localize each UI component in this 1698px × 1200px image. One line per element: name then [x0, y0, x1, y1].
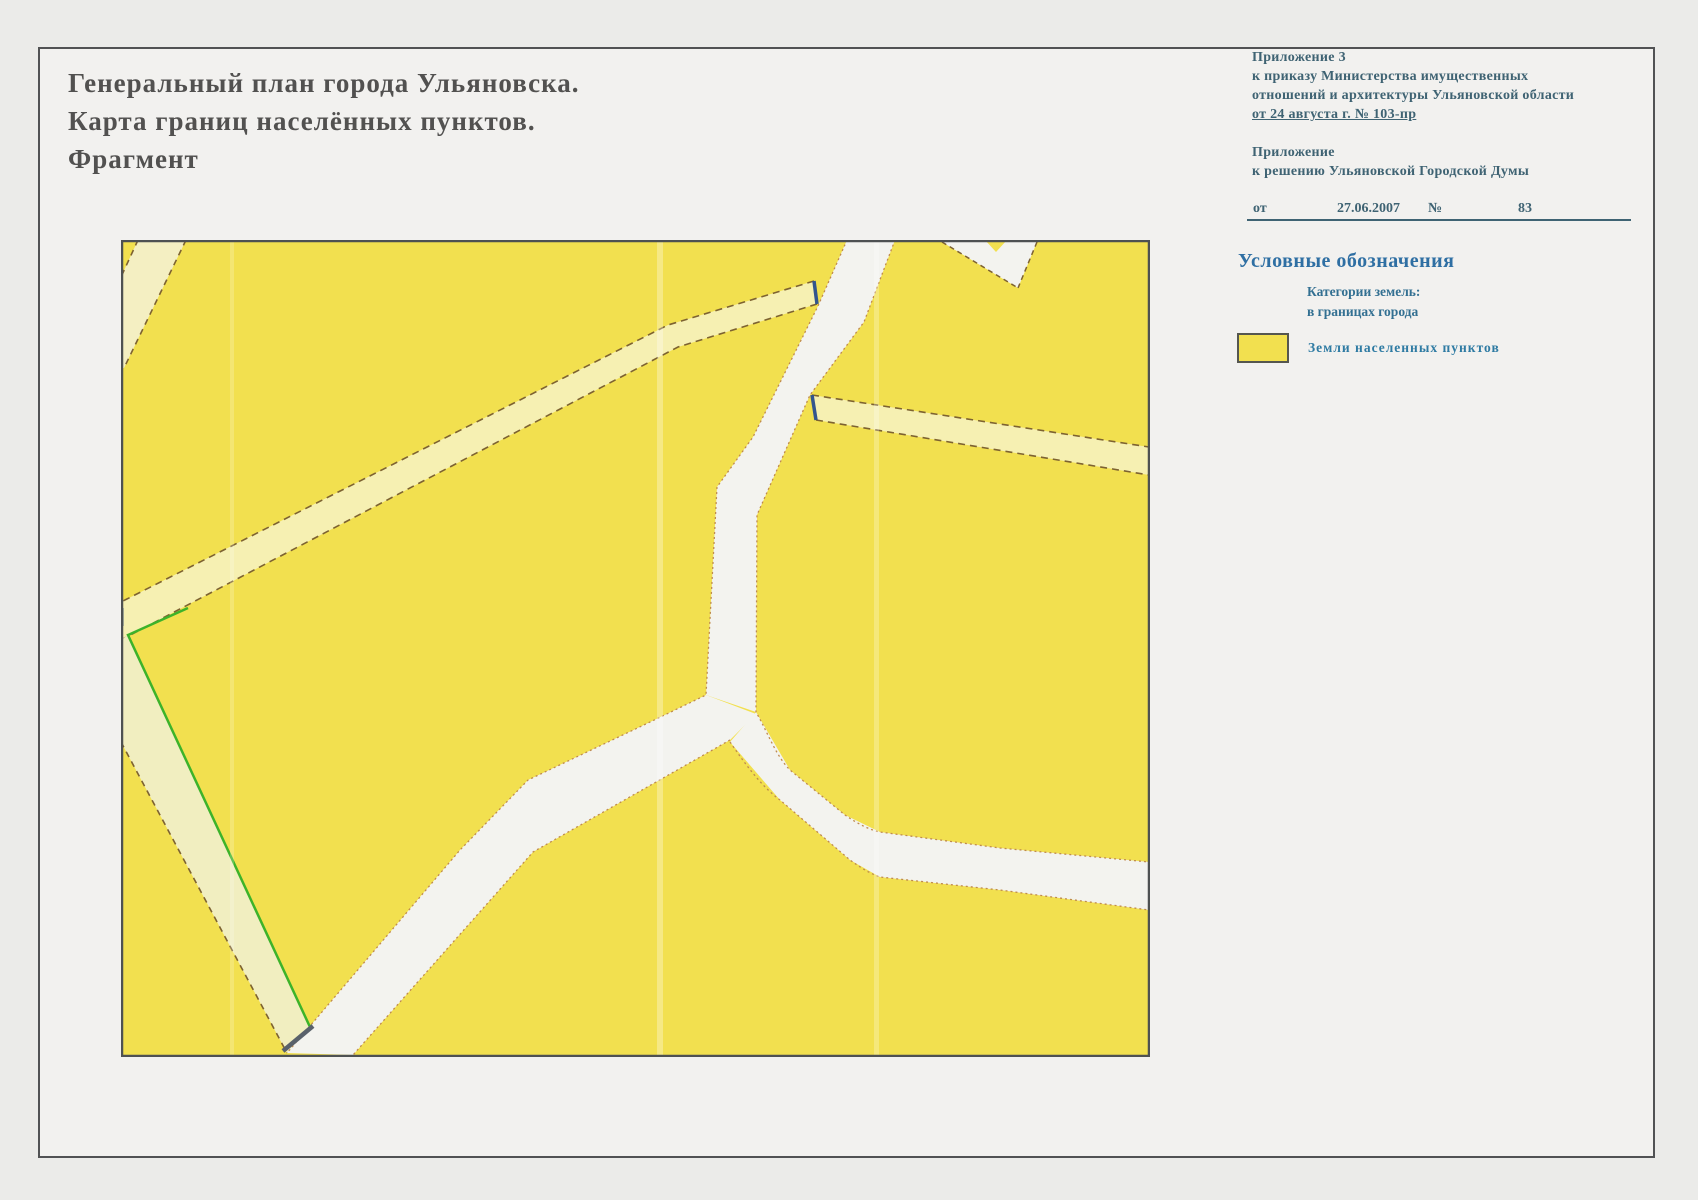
stamp-appendix-duma: Приложение к решению Ульяновской Городск…: [1252, 143, 1642, 181]
scan-streak: [657, 240, 663, 1057]
stamp-date: 27.06.2007: [1337, 201, 1400, 217]
legend-title: Условные обозначения: [1238, 250, 1454, 273]
stamp-line: отношений и архитектуры Ульяновской обла…: [1252, 86, 1642, 105]
legend-item-label: Земли населенных пунктов: [1308, 340, 1500, 356]
scan-streak: [874, 240, 879, 1057]
stamp-appendix-3: Приложение 3 к приказу Министерства имущ…: [1252, 48, 1642, 124]
stamp-line: Приложение 3: [1252, 48, 1642, 67]
stamp-line: к приказу Министерства имущественных: [1252, 67, 1642, 86]
stamp-number: 83: [1518, 201, 1532, 217]
stamp-date-row: от 27.06.2007 № 83: [1247, 198, 1631, 221]
page-title-line-2: Карта границ населённых пунктов.: [68, 102, 580, 140]
page-title-line-3: Фрагмент: [68, 140, 580, 178]
stamp-line: к решению Ульяновской Городской Думы: [1252, 162, 1642, 181]
scan-streak: [230, 240, 234, 1057]
legend-swatch-settlement-lands: [1237, 333, 1289, 363]
map-canvas: [121, 240, 1150, 1057]
legend-subtitle-categories: Категории земель:: [1307, 284, 1420, 300]
page-title: Генеральный план города Ульяновска. Карт…: [68, 64, 580, 178]
stamp-from-label: от: [1253, 201, 1267, 217]
stamp-line-underlined: от 24 августа г. № 103-пр: [1252, 105, 1642, 124]
legend-subtitle-city-limits: в границах города: [1307, 304, 1418, 320]
page-title-line-1: Генеральный план города Ульяновска.: [68, 64, 580, 102]
scanned-map-page: Генеральный план города Ульяновска. Карт…: [0, 0, 1698, 1200]
stamp-line: Приложение: [1252, 143, 1642, 162]
stamp-number-sign: №: [1428, 201, 1442, 217]
